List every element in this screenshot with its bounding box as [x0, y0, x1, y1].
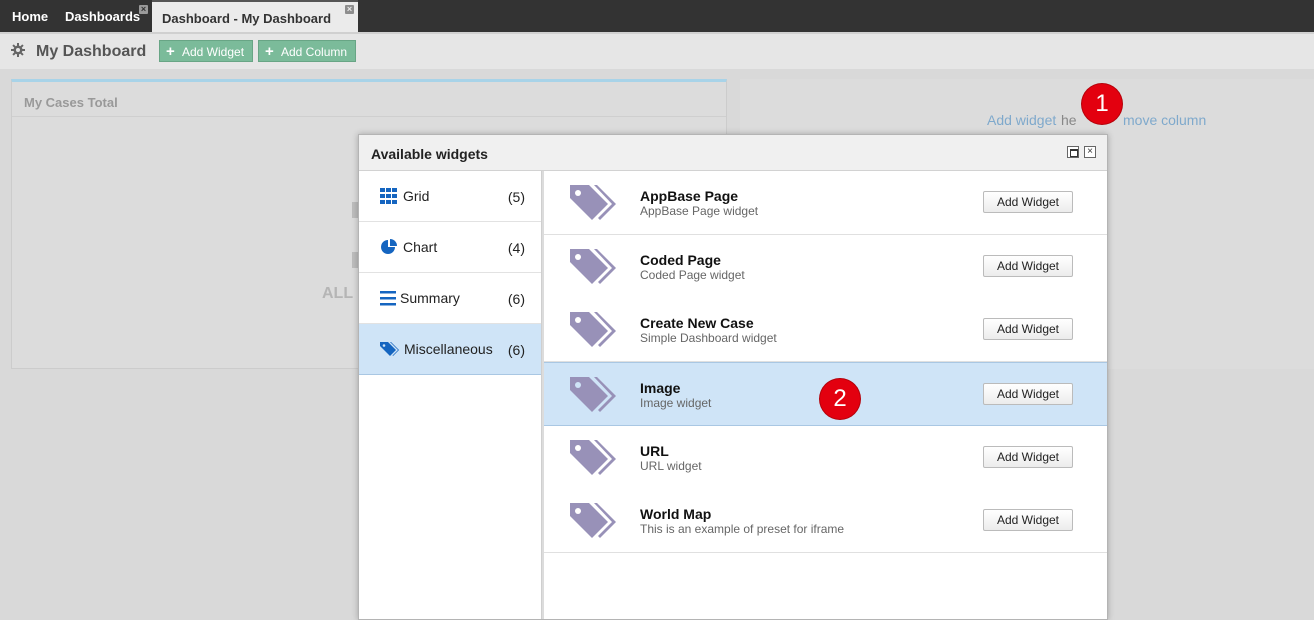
- widget-row-coded-page[interactable]: Coded Page Coded Page widget Add Widget: [544, 235, 1107, 299]
- tab-dashboards[interactable]: Dashboards: [65, 0, 140, 32]
- widget-row-create-new-case[interactable]: Create New Case Simple Dashboard widget …: [544, 298, 1107, 362]
- category-miscellaneous[interactable]: Miscellaneous (6): [359, 324, 541, 375]
- available-widgets-dialog: Available widgets × Grid (5) Chart (4) S…: [358, 134, 1108, 620]
- add-widget-button[interactable]: Add Widget: [983, 383, 1073, 405]
- page-title: My Dashboard: [36, 43, 147, 60]
- widget-row-url[interactable]: URL URL widget Add Widget: [544, 426, 1107, 490]
- widget-name: Coded Page: [640, 252, 721, 268]
- tag-icon: [570, 440, 616, 475]
- category-chart[interactable]: Chart (4): [359, 222, 541, 273]
- gear-icon[interactable]: [11, 43, 25, 57]
- dialog-title: Available widgets: [371, 146, 488, 162]
- category-count: (5): [507, 189, 525, 205]
- annotation-marker-1: 1: [1082, 84, 1122, 124]
- add-widget-button[interactable]: Add Widget: [983, 446, 1073, 468]
- category-count: (4): [507, 240, 525, 256]
- category-list: Grid (5) Chart (4) Summary (6) Miscellan…: [359, 171, 542, 619]
- add-widget-button[interactable]: Add Widget: [983, 318, 1073, 340]
- tag-icon: [380, 342, 399, 356]
- close-icon[interactable]: ×: [1084, 146, 1096, 158]
- tab-bar: Home Dashboards × Dashboard - My Dashboa…: [0, 0, 1314, 32]
- panel-divider: [12, 116, 726, 117]
- add-widget-link[interactable]: Add widget: [987, 112, 1056, 128]
- add-widget-button[interactable]: Add Widget: [983, 191, 1073, 213]
- add-widget-button[interactable]: Add Widget: [983, 509, 1073, 531]
- add-widget-button[interactable]: + Add Widget: [159, 40, 254, 62]
- widget-name: Create New Case: [640, 315, 754, 331]
- widget-description: AppBase Page widget: [640, 204, 759, 218]
- widget-description: Simple Dashboard widget: [640, 331, 777, 345]
- add-column-button[interactable]: + Add Column: [258, 40, 357, 62]
- category-count: (6): [507, 291, 525, 307]
- tab-label: Dashboards: [65, 9, 141, 24]
- annotation-marker-2: 2: [820, 379, 860, 419]
- category-label: Chart: [403, 239, 438, 255]
- dashboard-toolbar: My Dashboard + Add Widget + Add Column: [0, 32, 1314, 69]
- tab-label: Dashboard - My Dashboard: [162, 11, 332, 26]
- tag-icon: [570, 249, 616, 284]
- tab-my-dashboard-close-icon[interactable]: ×: [345, 5, 354, 14]
- widget-name: URL: [640, 443, 669, 459]
- plus-icon: +: [166, 43, 175, 60]
- panel-partial-text: ALL: [322, 285, 354, 302]
- category-label: Miscellaneous: [404, 341, 493, 357]
- widget-row-appbase-page[interactable]: AppBase Page AppBase Page widget Add Wid…: [544, 171, 1107, 235]
- tag-icon: [570, 185, 616, 220]
- maximize-icon[interactable]: [1067, 146, 1079, 158]
- widget-name: AppBase Page: [640, 188, 739, 204]
- list-icon: [380, 291, 396, 306]
- tab-label: Home: [12, 9, 49, 24]
- panel-title: My Cases Total: [24, 95, 118, 110]
- category-count: (6): [507, 342, 525, 358]
- widget-description: URL widget: [640, 459, 702, 473]
- add-widget-label: Add Widget: [182, 45, 245, 59]
- pie-chart-icon: [381, 239, 397, 254]
- widget-name: Image: [640, 380, 681, 396]
- tab-dashboards-close-icon[interactable]: ×: [139, 5, 148, 14]
- widget-name: World Map: [640, 506, 712, 522]
- widget-description: This is an example of preset for iframe: [640, 522, 845, 536]
- column-partial-text: he: [1061, 112, 1077, 128]
- tab-my-dashboard[interactable]: Dashboard - My Dashboard: [152, 0, 358, 32]
- category-label: Grid: [403, 188, 430, 204]
- remove-column-link[interactable]: move column: [1123, 112, 1206, 128]
- tag-icon: [570, 377, 616, 412]
- tab-home[interactable]: Home: [12, 0, 48, 32]
- widget-description: Coded Page widget: [640, 268, 745, 282]
- add-widget-button[interactable]: Add Widget: [983, 255, 1073, 277]
- category-label: Summary: [400, 290, 460, 306]
- widget-description: Image widget: [640, 396, 712, 410]
- tag-icon: [570, 503, 616, 538]
- plus-icon: +: [265, 43, 274, 60]
- widget-row-world-map[interactable]: World Map This is an example of preset f…: [544, 489, 1107, 553]
- category-grid[interactable]: Grid (5): [359, 171, 541, 222]
- grid-icon: [380, 188, 397, 204]
- tag-icon: [570, 312, 616, 347]
- dialog-header: Available widgets ×: [359, 135, 1107, 171]
- category-summary[interactable]: Summary (6): [359, 273, 541, 324]
- add-column-label: Add Column: [281, 45, 348, 59]
